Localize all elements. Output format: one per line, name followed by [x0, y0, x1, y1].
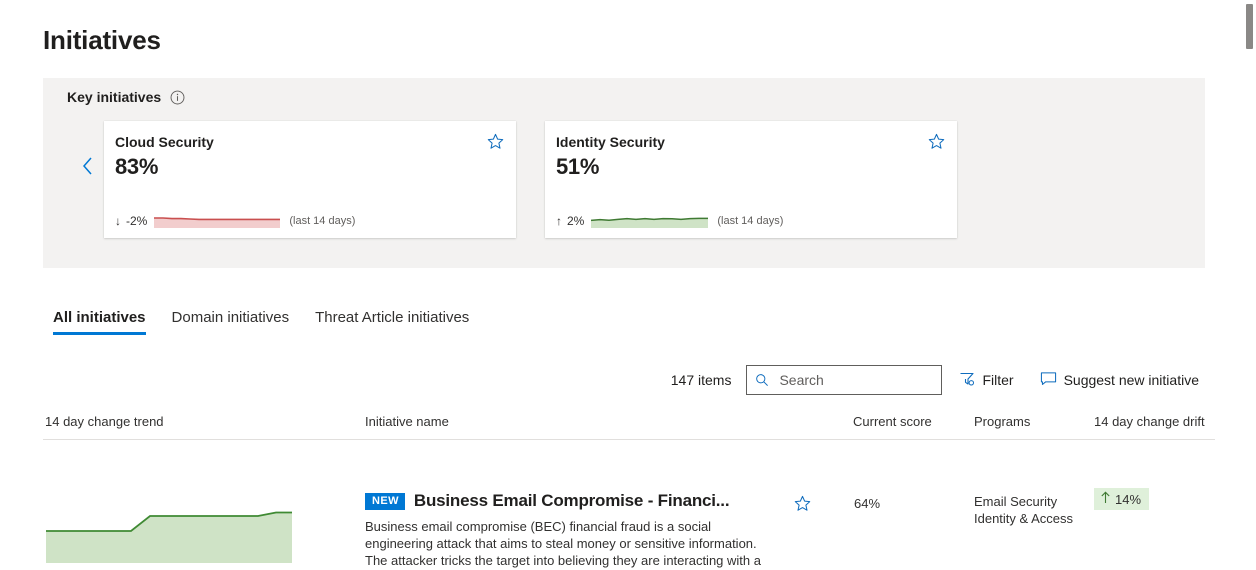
filter-button[interactable]: Filter: [953, 367, 1019, 394]
program-item: Identity & Access: [974, 511, 1073, 526]
vertical-scrollbar[interactable]: [1242, 0, 1256, 570]
row-current-score: 64%: [854, 496, 881, 511]
card-title: Identity Security: [556, 134, 665, 150]
suggest-label: Suggest new initiative: [1063, 372, 1199, 388]
favorite-star-icon[interactable]: [928, 133, 945, 150]
drift-value: 14%: [1115, 491, 1142, 507]
row-initiative-name[interactable]: Business Email Compromise - Financi...: [414, 491, 730, 511]
key-initiatives-label: Key initiatives: [67, 89, 162, 105]
row-favorite-star-icon[interactable]: [794, 495, 811, 512]
key-initiative-cards: Cloud Security 83% ↓ -2% (last 14 days) …: [104, 121, 957, 238]
card-score: 51%: [556, 154, 600, 179]
search-input[interactable]: [777, 371, 934, 389]
card-sparkline: [154, 215, 281, 228]
filter-icon: [959, 371, 975, 390]
info-circle-icon[interactable]: [170, 90, 185, 105]
row-initiative-description: Business email compromise (BEC) financia…: [365, 519, 761, 568]
key-initiatives-header: Key initiatives: [67, 89, 185, 105]
drift-badge: 14%: [1094, 488, 1150, 510]
tab-threat-article-initiatives[interactable]: Threat Article initiatives: [315, 309, 469, 335]
row-sparkline: [46, 498, 292, 563]
key-initiatives-panel: Key initiatives Cloud Security 83% ↓ -2%…: [43, 78, 1205, 268]
drift-arrow-icon: [1100, 491, 1111, 507]
card-score: 83%: [115, 154, 159, 179]
program-item: Email Security: [974, 494, 1058, 509]
card-trend: ↑ 2% (last 14 days): [556, 214, 783, 228]
carousel-prev-button[interactable]: [75, 142, 101, 194]
scrollbar-thumb[interactable]: [1246, 4, 1253, 49]
row-name-line: NEW Business Email Compromise - Financi.…: [365, 491, 785, 511]
key-initiative-card[interactable]: Identity Security 51% ↑ 2% (last 14 days…: [545, 121, 957, 238]
trend-value: -2%: [126, 214, 148, 228]
card-title: Cloud Security: [115, 134, 214, 150]
column-header-current-score[interactable]: Current score: [853, 414, 932, 429]
column-header-change-trend[interactable]: 14 day change trend: [45, 414, 164, 429]
command-bar: 147 items Filter: [671, 365, 1205, 395]
trend-arrow-icon: ↑: [556, 214, 562, 228]
new-badge: NEW: [365, 492, 405, 510]
row-change-drift-cell: 14%: [1094, 488, 1150, 510]
search-box[interactable]: [746, 365, 943, 395]
initiatives-tabs: All initiatives Domain initiatives Threa…: [53, 303, 469, 335]
trend-arrow-icon: ↓: [115, 214, 121, 228]
trend-period: (last 14 days): [717, 215, 784, 227]
table-row[interactable]: NEW Business Email Compromise - Financi.…: [43, 440, 1215, 570]
suggest-new-initiative-button[interactable]: Suggest new initiative: [1034, 367, 1205, 394]
column-header-change-drift[interactable]: 14 day change drift: [1094, 414, 1205, 429]
card-sparkline: [591, 215, 709, 228]
filter-label: Filter: [982, 372, 1014, 388]
column-header-programs[interactable]: Programs: [974, 414, 1030, 429]
trend-period: (last 14 days): [289, 215, 356, 227]
tab-domain-initiatives[interactable]: Domain initiatives: [172, 309, 290, 335]
table-header-row: 14 day change trend Initiative name Curr…: [43, 410, 1215, 440]
column-header-initiative-name[interactable]: Initiative name: [365, 414, 449, 429]
key-initiative-card[interactable]: Cloud Security 83% ↓ -2% (last 14 days): [104, 121, 516, 238]
row-programs: Email Security Identity & Access: [974, 493, 1073, 527]
initiatives-page: Initiatives Key initiatives Cloud Securi…: [0, 0, 1256, 570]
chevron-left-icon: [82, 156, 94, 181]
initiatives-table: 14 day change trend Initiative name Curr…: [43, 410, 1215, 570]
tab-all-initiatives[interactable]: All initiatives: [53, 309, 146, 335]
favorite-star-icon[interactable]: [487, 133, 504, 150]
trend-value: 2%: [567, 214, 585, 228]
search-icon: [755, 373, 769, 387]
items-count: 147 items: [670, 372, 732, 388]
row-initiative-name-cell: NEW Business Email Compromise - Financi.…: [365, 491, 785, 570]
card-trend: ↓ -2% (last 14 days): [115, 214, 355, 228]
page-title: Initiatives: [43, 25, 161, 55]
comment-icon: [1040, 371, 1057, 390]
